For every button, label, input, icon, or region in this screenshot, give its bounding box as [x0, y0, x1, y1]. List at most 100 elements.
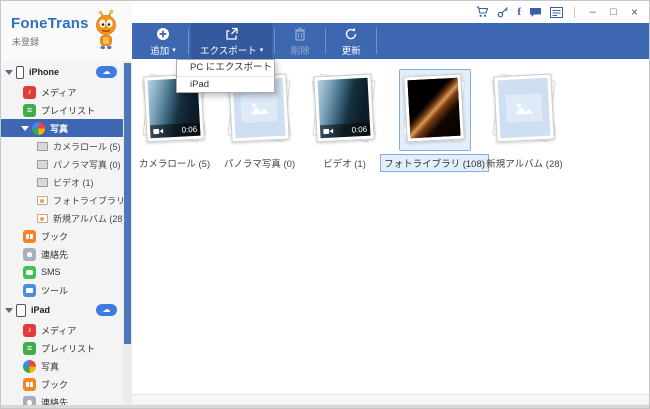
album-thumb — [489, 69, 561, 151]
window-bottom-edge — [1, 405, 649, 408]
video-thumbnail: 0:06 — [317, 78, 370, 139]
sidebar-scrollbar[interactable] — [123, 61, 132, 405]
sidebar-item-label: メディア — [41, 324, 76, 337]
cart-icon[interactable] — [476, 6, 489, 18]
note-glyph: ♪ — [28, 326, 32, 334]
sidebar-item-media-ipad[interactable]: ♪ メディア — [1, 321, 123, 339]
close-button[interactable]: × — [628, 5, 641, 19]
export-button[interactable]: エクスポート▾ — [191, 23, 272, 59]
album-label[interactable]: フォトライブラリ (108) — [380, 154, 489, 172]
album-thumb-icon — [37, 178, 48, 187]
facebook-icon[interactable]: f — [517, 6, 521, 18]
sidebar-item-label: プレイリスト — [41, 104, 95, 117]
sidebar-item-photos-ipad[interactable]: 写真 — [1, 357, 123, 375]
contacts-icon — [23, 248, 36, 261]
sidebar-item-label: ビデオ (1) — [53, 176, 94, 189]
sidebar-subitem-panorama[interactable]: パノラマ写真 (0) — [1, 155, 123, 173]
album-thumb-icon — [37, 160, 48, 169]
sidebar-item-label: ツール — [41, 284, 68, 297]
add-button[interactable]: 追加▾ — [140, 23, 186, 59]
cloud-sync-icon[interactable]: ☁ — [96, 304, 117, 316]
sidebar-item-label: 写真 — [41, 360, 59, 373]
chevron-down-icon: ▾ — [260, 46, 264, 54]
horizontal-scrollbar[interactable] — [132, 394, 649, 405]
album-thumb-icon — [37, 142, 48, 151]
photo-frame — [403, 74, 464, 143]
brand-header: FoneTrans 未登録 — [1, 1, 132, 61]
sidebar-item-books-ipad[interactable]: ブック — [1, 375, 123, 393]
sidebar-device-ipad[interactable]: iPad ☁ — [1, 299, 123, 321]
photo-album-icon — [37, 214, 48, 223]
video-duration-bar: 0:06 — [319, 123, 370, 139]
sidebar-item-playlist-ipad[interactable]: ≡ プレイリスト — [1, 339, 123, 357]
menu-item-export-to-ipad[interactable]: iPad — [177, 76, 274, 92]
feedback-icon[interactable] — [529, 7, 542, 18]
sidebar-device-iphone[interactable]: iPhone ☁ — [1, 61, 123, 83]
video-duration-bar: 0:06 — [149, 123, 200, 139]
iphone-device-icon — [16, 66, 24, 79]
menu-icon[interactable] — [550, 7, 563, 18]
sidebar-item-label: メディア — [41, 86, 76, 99]
license-status: 未登録 — [12, 35, 39, 48]
sidebar-item-sms[interactable]: SMS — [1, 263, 123, 281]
album-label[interactable]: カメラロール (5) — [135, 154, 214, 172]
chevron-down-icon[interactable] — [21, 126, 29, 131]
minimize-button[interactable]: – — [586, 5, 599, 19]
album-label[interactable]: 新規アルバム (28) — [482, 154, 566, 172]
media-icon: ♪ — [23, 324, 36, 337]
sidebar-item-label: カメラロール (5) — [53, 140, 121, 153]
sidebar-item-media[interactable]: ♪ メディア — [1, 83, 123, 101]
sidebar-nav: iPhone ☁ ♪ メディア ≡ プレイリスト 写真 カメラロール (5) — [1, 61, 123, 405]
photo-frame — [493, 74, 554, 143]
album-tile-new-album[interactable]: 新規アルバム (28) — [482, 69, 567, 172]
maximize-button[interactable]: □ — [607, 5, 620, 19]
photo-album-icon — [37, 196, 48, 205]
sidebar-subitem-camera-roll[interactable]: カメラロール (5) — [1, 137, 123, 155]
sms-icon — [23, 266, 36, 279]
export-icon — [225, 27, 239, 41]
photos-icon — [32, 122, 45, 135]
album-grid: 0:06 カメラロール (5) — [132, 59, 649, 393]
duration-text: 0:06 — [351, 125, 367, 135]
sidebar-item-tools[interactable]: ツール — [1, 281, 123, 299]
refresh-button[interactable]: 更新 — [328, 23, 374, 59]
menu-item-export-to-pc[interactable]: PC にエクスポート — [177, 60, 274, 76]
sidebar-item-photos-selected[interactable]: 写真 — [1, 119, 123, 137]
photo-placeholder-icon — [240, 93, 277, 123]
album-label[interactable]: パノラマ写真 (0) — [220, 154, 299, 172]
sidebar-item-label: ブック — [41, 230, 68, 243]
sidebar-item-contacts[interactable]: 連絡先 — [1, 245, 123, 263]
contacts-icon — [23, 396, 36, 406]
video-camera-icon — [153, 128, 163, 136]
refresh-icon — [344, 27, 358, 41]
note-glyph: ♪ — [28, 88, 32, 96]
toolbar-divider — [325, 28, 326, 54]
space-photo-thumbnail — [407, 78, 460, 139]
list-glyph: ≡ — [27, 344, 32, 353]
sidebar-item-label: 連絡先 — [41, 248, 68, 261]
sidebar-item-contacts-ipad[interactable]: 連絡先 — [1, 393, 123, 405]
chevron-down-icon[interactable] — [5, 308, 13, 313]
chevron-down-icon[interactable] — [5, 70, 13, 75]
photo-placeholder-icon — [505, 93, 542, 123]
sidebar-subitem-video[interactable]: ビデオ (1) — [1, 173, 123, 191]
sidebar-subitem-photo-library[interactable]: フォトライブラリ (108) — [1, 191, 123, 209]
export-dropdown-menu: PC にエクスポート iPad — [176, 59, 275, 93]
video-camera-icon — [323, 128, 333, 136]
album-tile-video[interactable]: 0:06 ビデオ (1) — [302, 69, 387, 172]
empty-album-placeholder — [497, 78, 550, 139]
sidebar-scrollbar-thumb[interactable] — [124, 63, 131, 344]
album-label[interactable]: ビデオ (1) — [319, 154, 370, 172]
playlist-icon: ≡ — [23, 342, 36, 355]
books-icon — [23, 230, 36, 243]
sidebar-item-playlist[interactable]: ≡ プレイリスト — [1, 101, 123, 119]
ipad-device-icon — [16, 304, 26, 317]
cloud-sync-icon[interactable]: ☁ — [96, 66, 117, 78]
key-icon[interactable] — [497, 6, 509, 18]
delete-button: 削除 — [277, 23, 323, 59]
media-icon: ♪ — [23, 86, 36, 99]
sidebar-subitem-new-album[interactable]: 新規アルバム (28) — [1, 209, 123, 227]
sidebar-item-label: パノラマ写真 (0) — [53, 158, 121, 171]
album-tile-photo-library-selected[interactable]: フォトライブラリ (108) — [387, 69, 482, 172]
sidebar-item-books[interactable]: ブック — [1, 227, 123, 245]
